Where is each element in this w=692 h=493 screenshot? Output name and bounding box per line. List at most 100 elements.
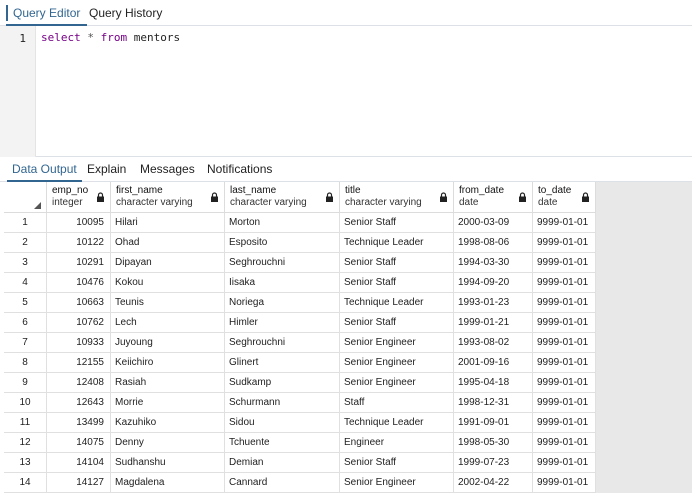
cell-last-name[interactable]: Tchuente <box>225 433 340 453</box>
cell-emp-no[interactable]: 12408 <box>47 373 111 393</box>
cell-to-date[interactable]: 9999-01-01 <box>533 313 596 333</box>
tab-explain[interactable]: Explain <box>87 157 126 182</box>
cell-title[interactable]: Senior Engineer <box>340 333 454 353</box>
cell-first-name[interactable]: Kokou <box>111 273 225 293</box>
column-header-emp-no[interactable]: emp_no integer <box>47 182 111 213</box>
cell-from-date[interactable]: 2002-04-22 <box>454 473 533 493</box>
row-number[interactable]: 12 <box>4 433 47 453</box>
cell-from-date[interactable]: 1995-04-18 <box>454 373 533 393</box>
cell-emp-no[interactable]: 14104 <box>47 453 111 473</box>
cell-emp-no[interactable]: 12155 <box>47 353 111 373</box>
table-row[interactable]: 9 12408 Rasiah Sudkamp Senior Engineer 1995-0… <box>4 373 688 393</box>
table-row[interactable]: 13 14104 Sudhanshu Demian Senior Staff 1999-0… <box>4 453 688 473</box>
tab-query-editor[interactable]: Query Editor <box>6 0 88 26</box>
cell-first-name[interactable]: Rasiah <box>111 373 225 393</box>
table-row[interactable]: 7 10933 Juyoung Seghrouchni Senior Engineer 1… <box>4 333 688 353</box>
cell-from-date[interactable]: 1994-03-30 <box>454 253 533 273</box>
cell-first-name[interactable]: Magdalena <box>111 473 225 493</box>
row-number[interactable]: 14 <box>4 473 47 493</box>
row-number[interactable]: 10 <box>4 393 47 413</box>
row-number[interactable]: 8 <box>4 353 47 373</box>
cell-title[interactable]: Senior Staff <box>340 313 454 333</box>
cell-emp-no[interactable]: 10476 <box>47 273 111 293</box>
column-header-first-name[interactable]: first_name character varying <box>111 182 225 213</box>
cell-last-name[interactable]: Glinert <box>225 353 340 373</box>
cell-to-date[interactable]: 9999-01-01 <box>533 333 596 353</box>
cell-first-name[interactable]: Lech <box>111 313 225 333</box>
cell-from-date[interactable]: 1991-09-01 <box>454 413 533 433</box>
cell-emp-no[interactable]: 14127 <box>47 473 111 493</box>
table-row[interactable]: 2 10122 Ohad Esposito Technique Leader 1998-0… <box>4 233 688 253</box>
cell-to-date[interactable]: 9999-01-01 <box>533 293 596 313</box>
cell-emp-no[interactable]: 12643 <box>47 393 111 413</box>
cell-last-name[interactable]: Himler <box>225 313 340 333</box>
cell-to-date[interactable]: 9999-01-01 <box>533 213 596 233</box>
cell-to-date[interactable]: 9999-01-01 <box>533 453 596 473</box>
cell-to-date[interactable]: 9999-01-01 <box>533 393 596 413</box>
select-all-corner[interactable] <box>4 182 47 213</box>
table-row[interactable]: 6 10762 Lech Himler Senior Staff 1999-01-21 99… <box>4 313 688 333</box>
table-row[interactable]: 3 10291 Dipayan Seghrouchni Senior Staff 1994… <box>4 253 688 273</box>
table-row[interactable]: 8 12155 Keiichiro Glinert Senior Engineer 200… <box>4 353 688 373</box>
cell-first-name[interactable]: Sudhanshu <box>111 453 225 473</box>
cell-emp-no[interactable]: 10762 <box>47 313 111 333</box>
table-row[interactable]: 11 13499 Kazuhiko Sidou Technique Leader 1991… <box>4 413 688 433</box>
cell-first-name[interactable]: Juyoung <box>111 333 225 353</box>
cell-emp-no[interactable]: 10933 <box>47 333 111 353</box>
cell-first-name[interactable]: Hilari <box>111 213 225 233</box>
cell-title[interactable]: Engineer <box>340 433 454 453</box>
row-number[interactable]: 11 <box>4 413 47 433</box>
sql-editor[interactable]: 1 select * from mentors <box>0 26 692 157</box>
cell-title[interactable]: Senior Staff <box>340 213 454 233</box>
tab-query-history[interactable]: Query History <box>82 0 169 26</box>
cell-from-date[interactable]: 1998-12-31 <box>454 393 533 413</box>
cell-first-name[interactable]: Denny <box>111 433 225 453</box>
row-number[interactable]: 1 <box>4 213 47 233</box>
table-row[interactable]: 4 10476 Kokou Iisaka Senior Staff 1994-09-20 9… <box>4 273 688 293</box>
table-row[interactable]: 10 12643 Morrie Schurmann Staff 1998-12-31 999… <box>4 393 688 413</box>
cell-last-name[interactable]: Noriega <box>225 293 340 313</box>
sql-query-line[interactable]: select * from mentors <box>41 31 180 44</box>
cell-title[interactable]: Senior Engineer <box>340 373 454 393</box>
cell-from-date[interactable]: 1993-01-23 <box>454 293 533 313</box>
row-number[interactable]: 2 <box>4 233 47 253</box>
cell-from-date[interactable]: 2000-03-09 <box>454 213 533 233</box>
cell-title[interactable]: Senior Staff <box>340 453 454 473</box>
cell-emp-no[interactable]: 13499 <box>47 413 111 433</box>
cell-emp-no[interactable]: 10663 <box>47 293 111 313</box>
table-row[interactable]: 1 10095 Hilari Morton Senior Staff 2000-03-09… <box>4 213 688 233</box>
cell-first-name[interactable]: Ohad <box>111 233 225 253</box>
cell-last-name[interactable]: Morton <box>225 213 340 233</box>
row-number[interactable]: 5 <box>4 293 47 313</box>
cell-emp-no[interactable]: 10291 <box>47 253 111 273</box>
cell-from-date[interactable]: 1993-08-02 <box>454 333 533 353</box>
cell-title[interactable]: Senior Engineer <box>340 473 454 493</box>
column-header-last-name[interactable]: last_name character varying <box>225 182 340 213</box>
tab-notifications[interactable]: Notifications <box>207 157 272 182</box>
row-number[interactable]: 4 <box>4 273 47 293</box>
cell-to-date[interactable]: 9999-01-01 <box>533 273 596 293</box>
cell-to-date[interactable]: 9999-01-01 <box>533 433 596 453</box>
cell-to-date[interactable]: 9999-01-01 <box>533 233 596 253</box>
cell-last-name[interactable]: Seghrouchni <box>225 333 340 353</box>
cell-title[interactable]: Staff <box>340 393 454 413</box>
cell-last-name[interactable]: Demian <box>225 453 340 473</box>
cell-first-name[interactable]: Morrie <box>111 393 225 413</box>
cell-emp-no[interactable]: 14075 <box>47 433 111 453</box>
cell-last-name[interactable]: Cannard <box>225 473 340 493</box>
cell-from-date[interactable]: 1998-08-06 <box>454 233 533 253</box>
cell-emp-no[interactable]: 10095 <box>47 213 111 233</box>
cell-title[interactable]: Technique Leader <box>340 413 454 433</box>
cell-title[interactable]: Technique Leader <box>340 293 454 313</box>
cell-from-date[interactable]: 1994-09-20 <box>454 273 533 293</box>
column-header-title[interactable]: title character varying <box>340 182 454 213</box>
cell-title[interactable]: Senior Staff <box>340 273 454 293</box>
cell-last-name[interactable]: Iisaka <box>225 273 340 293</box>
row-number[interactable]: 9 <box>4 373 47 393</box>
row-number[interactable]: 7 <box>4 333 47 353</box>
tab-messages[interactable]: Messages <box>140 157 195 182</box>
cell-first-name[interactable]: Dipayan <box>111 253 225 273</box>
cell-last-name[interactable]: Schurmann <box>225 393 340 413</box>
row-number[interactable]: 3 <box>4 253 47 273</box>
cell-title[interactable]: Senior Engineer <box>340 353 454 373</box>
